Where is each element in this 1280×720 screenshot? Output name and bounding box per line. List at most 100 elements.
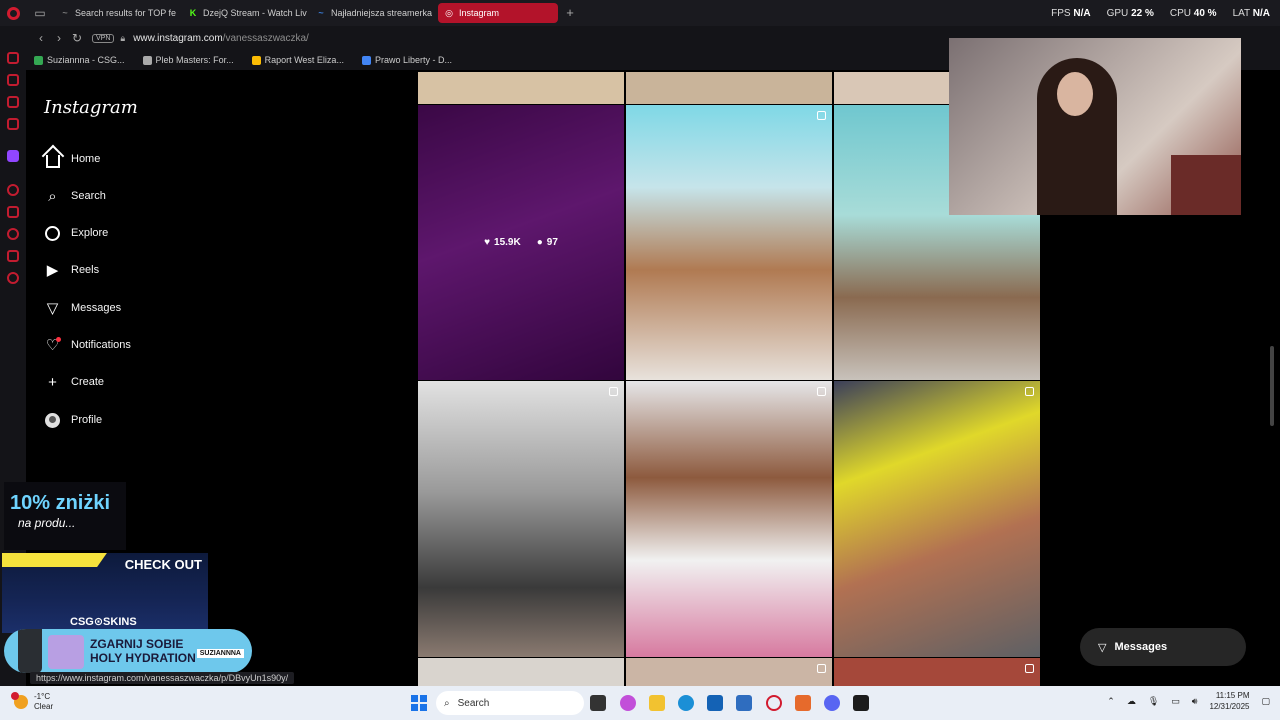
sidebar-settings-icon[interactable] xyxy=(7,272,19,284)
tab-title: Instagram xyxy=(459,8,500,18)
nav-label: Home xyxy=(71,153,101,165)
nav-search[interactable]: ⌕ Search xyxy=(44,182,106,210)
page-scrollbar[interactable] xyxy=(1270,346,1274,426)
bookmark-favicon xyxy=(142,55,152,65)
back-arrow-icon[interactable]: ‹ xyxy=(32,31,50,45)
post-thumbnail[interactable] xyxy=(626,381,832,657)
holy-ad-line2: HOLY HYDRATION xyxy=(90,651,196,665)
tray-overflow-icon[interactable]: ⌃ xyxy=(1107,696,1115,707)
sidebar-send-icon[interactable] xyxy=(7,206,19,218)
weather-sun-icon xyxy=(11,692,28,709)
snipping-tool-icon[interactable] xyxy=(795,695,811,711)
post-thumbnail-hovered[interactable]: ♥ 15.9K ● 97 xyxy=(418,105,624,380)
forward-arrow-icon[interactable]: › xyxy=(50,31,68,45)
multi-post-icon xyxy=(1025,664,1034,673)
nav-notifications[interactable]: ♡ Notifications xyxy=(44,331,131,359)
ad-yellow-stripe xyxy=(2,553,107,567)
tab-dzejq-stream[interactable]: K DzejQ Stream - Watch Liv xyxy=(182,3,308,23)
tab-favicon: K xyxy=(189,8,197,18)
nav-create[interactable]: + Create xyxy=(44,368,104,396)
sidebar-messenger-icon[interactable] xyxy=(7,96,19,108)
clock-time: 11:15 PM xyxy=(1215,691,1250,700)
discord-icon[interactable] xyxy=(824,695,840,711)
webcam-overlay xyxy=(949,38,1241,215)
tab-search-results[interactable]: ~ Search results for TOP fe xyxy=(54,3,180,23)
csgoskins-ad-overlay: CHECK OUT CSG⊙SKINS xyxy=(2,553,208,633)
url-host: www.instagram.com xyxy=(133,32,223,44)
post-thumbnail[interactable] xyxy=(418,72,624,104)
sidebar-pinboard-icon[interactable] xyxy=(7,250,19,262)
file-explorer-icon[interactable] xyxy=(649,695,665,711)
reels-icon: ▶ xyxy=(46,262,59,279)
sidebar-player-icon[interactable] xyxy=(7,184,19,196)
lock-icon[interactable]: 🔒︎ xyxy=(120,33,125,44)
multi-post-icon xyxy=(1025,387,1034,396)
bookmark-item[interactable]: Suziannna - CSG... xyxy=(34,55,125,65)
sidebar-aria-icon[interactable] xyxy=(7,52,19,64)
post-thumbnail[interactable] xyxy=(626,658,832,686)
bookmark-label: Pleb Masters: For... xyxy=(155,55,234,65)
comment-bubble-icon: ● xyxy=(536,237,543,248)
browser-tab-strip: ▭ ~ Search results for TOP fe K DzejQ Stre… xyxy=(0,0,1280,26)
microphone-icon[interactable]: 🎙︎ xyxy=(1148,696,1159,707)
nav-profile[interactable]: Profile xyxy=(44,406,102,434)
edge-icon[interactable] xyxy=(678,695,694,711)
discount-ad-subtext: na produ... xyxy=(18,516,76,530)
taskbar-search-box[interactable]: ⌕ Search xyxy=(436,691,584,715)
post-thumbnail[interactable] xyxy=(626,105,832,380)
nav-explore[interactable]: Explore xyxy=(44,219,108,247)
nav-reels[interactable]: ▶ Reels xyxy=(44,256,99,284)
reload-icon[interactable]: ↻ xyxy=(68,31,86,45)
notification-center-icon[interactable]: ▢ xyxy=(1261,696,1270,707)
sidebar-mail-icon[interactable] xyxy=(7,118,19,130)
system-clock[interactable]: 11:15 PM 12/31/2025 xyxy=(1209,690,1249,712)
product-tub-image xyxy=(48,635,84,669)
nav-label: Explore xyxy=(71,227,109,239)
bookmark-item[interactable]: Prawo Liberty - D... xyxy=(361,55,452,65)
bookmark-label: Suziannna - CSG... xyxy=(47,55,125,65)
post-thumbnail[interactable] xyxy=(418,658,624,686)
nav-messages[interactable]: ▽ Messages xyxy=(44,294,121,322)
messages-pill-button[interactable]: ▽ Messages xyxy=(1080,628,1246,666)
nav-label: Search xyxy=(71,190,106,202)
post-thumbnail[interactable] xyxy=(834,658,1040,686)
outlook-icon[interactable] xyxy=(736,695,752,711)
copilot-icon[interactable] xyxy=(620,695,636,711)
new-tab-button[interactable]: + xyxy=(562,5,578,21)
onedrive-icon[interactable]: ☁ xyxy=(1127,696,1136,707)
notification-dot xyxy=(56,336,61,342)
system-tray: ⌃ ☁ 🎙︎ ▭ 🔊︎ 11:15 PM 12/31/2025 ▢ xyxy=(1107,690,1270,712)
weather-widget[interactable]: -1°C Clear xyxy=(11,692,53,712)
opera-menu-icon[interactable] xyxy=(0,0,26,26)
volume-icon[interactable]: 🔊︎ xyxy=(1192,696,1198,707)
task-view-icon[interactable] xyxy=(590,695,606,711)
post-thumbnail[interactable] xyxy=(626,72,832,104)
multi-post-icon xyxy=(817,111,826,120)
network-icon[interactable]: ▭ xyxy=(1171,696,1180,707)
discount-ad-headline: 10% zniżki xyxy=(10,492,111,514)
sidebar-workspace-icon[interactable] xyxy=(7,74,19,86)
vpn-badge[interactable]: VPN xyxy=(92,33,115,43)
tab-overview-icon[interactable]: ▭ xyxy=(26,0,54,26)
store-icon[interactable] xyxy=(707,695,723,711)
webcam-blanket xyxy=(1171,155,1241,215)
nav-home[interactable]: Home xyxy=(44,145,100,173)
obs-icon[interactable] xyxy=(853,695,869,711)
post-thumbnail[interactable] xyxy=(418,381,624,657)
tab-instagram[interactable]: ◎ Instagram xyxy=(438,3,558,23)
bookmark-favicon xyxy=(361,55,371,65)
tab-streamerka[interactable]: ~ Najładniejsza streamerka xyxy=(310,3,436,23)
holy-ad-code-badge: SUZIANNNA xyxy=(196,649,244,658)
post-thumbnail[interactable] xyxy=(834,381,1040,657)
url-field[interactable]: www.instagram.com/vanessaszwaczka/ xyxy=(133,33,309,44)
bookmark-item[interactable]: Pleb Masters: For... xyxy=(142,55,234,65)
sidebar-history-icon[interactable] xyxy=(7,228,19,240)
instagram-logo[interactable]: Instagram xyxy=(44,97,138,118)
bookmark-item[interactable]: Raport West Eliza... xyxy=(251,55,344,65)
tab-title: DzejQ Stream - Watch Liv xyxy=(203,8,307,18)
windows-start-icon[interactable] xyxy=(411,695,427,711)
weather-alert-badge xyxy=(11,692,19,700)
bookmark-label: Raport West Eliza... xyxy=(264,55,344,65)
opera-gx-icon[interactable] xyxy=(766,695,782,711)
sidebar-twitch-icon[interactable] xyxy=(7,150,19,162)
